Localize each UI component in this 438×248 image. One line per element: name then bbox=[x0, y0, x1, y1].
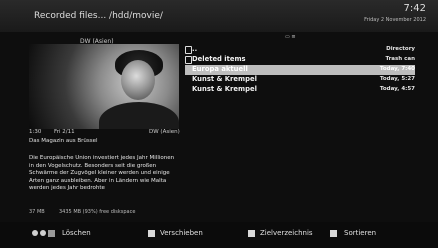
list-item-name: Deleted items bbox=[192, 55, 246, 63]
right-arrow-icon bbox=[40, 230, 46, 236]
delete-button[interactable]: Löschen bbox=[62, 229, 91, 237]
file-size: 37 MB bbox=[29, 209, 45, 215]
list-item-name: Kunst & Krempel bbox=[192, 85, 257, 93]
preview-description: Die Europäische Union investiert jedes J… bbox=[29, 155, 175, 191]
list-item-parent-dir[interactable]: .. Directory bbox=[185, 45, 415, 55]
sort-button[interactable]: Sortieren bbox=[344, 229, 376, 237]
left-arrow-icon bbox=[32, 230, 38, 236]
move-button[interactable]: Verschieben bbox=[160, 229, 203, 237]
preview-subtitle: Das Magazin aus Brüssel bbox=[29, 138, 98, 144]
list-item-meta: Today, 5:27 bbox=[379, 76, 415, 82]
blue-button-icon bbox=[330, 230, 337, 237]
preview-shoulder bbox=[99, 102, 179, 129]
status-icons: ▭ ≡ bbox=[285, 34, 296, 40]
preview-channel: DW (Asien) bbox=[149, 129, 180, 135]
list-item-selected[interactable]: Europa aktuell Today, 7:40 bbox=[185, 65, 415, 75]
list-item-name: .. bbox=[192, 45, 198, 53]
yellow-button-icon bbox=[248, 230, 255, 237]
list-item-deleted[interactable]: Deleted items Trash can bbox=[185, 55, 415, 65]
list-item-meta: Today, 4:57 bbox=[379, 86, 415, 92]
free-space: 3435 MB (93%) free diskspace bbox=[59, 209, 136, 215]
window-title: Recorded files... /hdd/movie/ bbox=[34, 11, 163, 21]
list-item[interactable]: Kunst & Krempel Today, 4:57 bbox=[185, 85, 415, 95]
clock-date: Friday 2 November 2012 bbox=[364, 17, 426, 23]
list-item-meta: Directory bbox=[386, 46, 415, 52]
green-button-icon bbox=[148, 230, 155, 237]
preview-day: Fri 2/11 bbox=[54, 129, 75, 135]
preview-time: 1:30 bbox=[29, 129, 42, 135]
target-directory-button[interactable]: Zielverzeichnis bbox=[260, 229, 313, 237]
list-item-meta: Trash can bbox=[385, 56, 415, 62]
preview-face bbox=[121, 60, 155, 100]
list-item-meta: Today, 7:40 bbox=[379, 66, 415, 72]
header-bar: Recorded files... /hdd/movie/ 7:42 Frida… bbox=[0, 0, 438, 32]
red-button-icon bbox=[48, 230, 55, 237]
preview-thumbnail bbox=[29, 44, 179, 129]
list-item-name: Europa aktuell bbox=[192, 65, 248, 73]
trash-icon bbox=[185, 56, 192, 64]
clock-time: 7:42 bbox=[403, 3, 426, 14]
folder-icon bbox=[185, 46, 192, 54]
footer-bar: Löschen Verschieben Zielverzeichnis Sort… bbox=[0, 222, 438, 248]
list-item[interactable]: Kunst & Krempel Today, 5:27 bbox=[185, 75, 415, 85]
list-item-name: Kunst & Krempel bbox=[192, 75, 257, 83]
